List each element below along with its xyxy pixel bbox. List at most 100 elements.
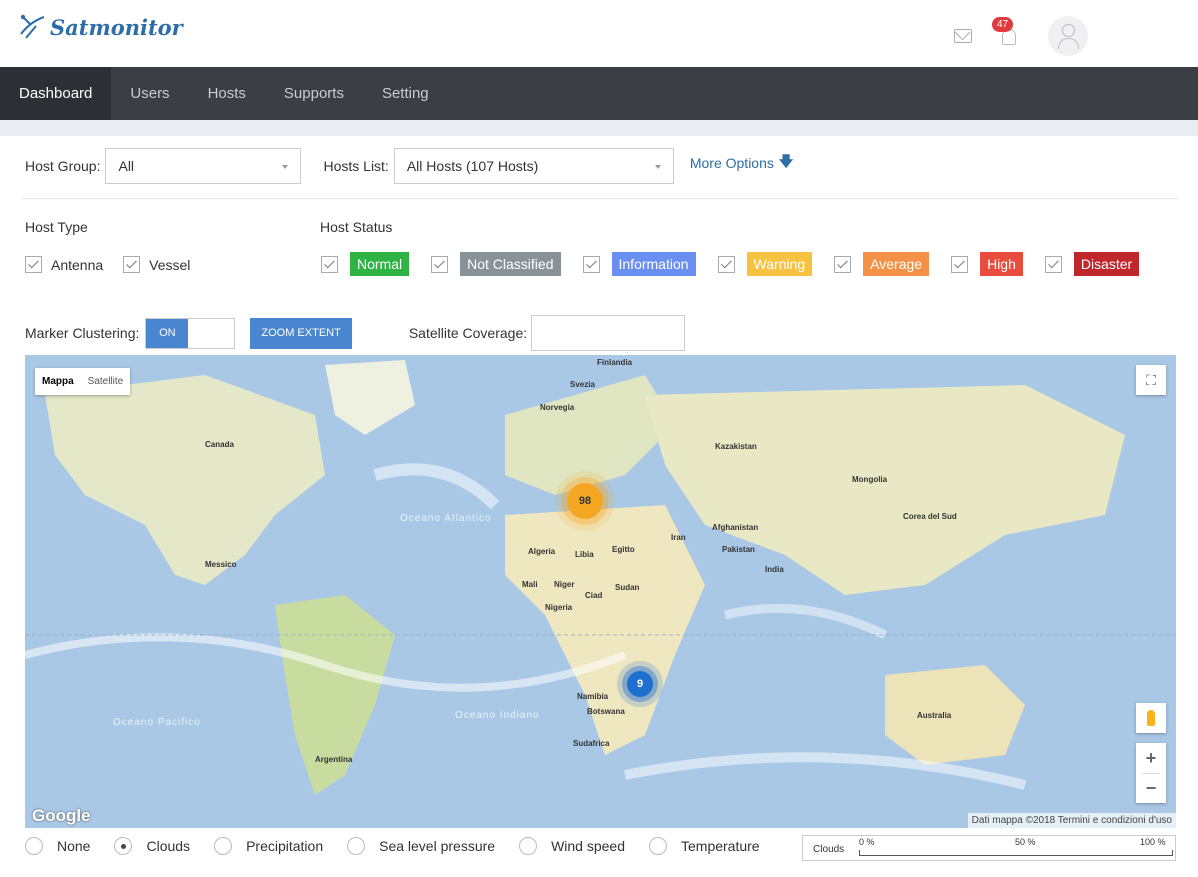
map-label: Messico	[205, 560, 237, 569]
more-options-link[interactable]: More Options 🡇	[690, 151, 793, 175]
toggle-on-label: ON	[146, 318, 189, 348]
map-type-control: Mappa Satellite	[35, 368, 131, 395]
nav-item-users[interactable]: Users	[111, 67, 188, 120]
nav-item-dashboard[interactable]: Dashboard	[0, 67, 112, 120]
map-type-satellite[interactable]: Satellite	[81, 368, 131, 395]
status-checkbox-information[interactable]	[582, 255, 600, 273]
marker-clustering-label: Marker Clustering:	[25, 325, 140, 341]
world-map[interactable]: Canada Finlandia Svezia Norvegia Kazakis…	[25, 355, 1176, 828]
main-nav: Dashboard Users Hosts Supports Setting	[0, 67, 1198, 120]
vessel-checkbox[interactable]	[123, 256, 141, 273]
status-filters: Normal Not Classified Information Warnin…	[321, 252, 1140, 276]
arrow-down-icon: 🡇	[778, 153, 794, 169]
mail-icon[interactable]	[954, 29, 972, 43]
nav-item-setting[interactable]: Setting	[363, 67, 448, 120]
legend-title: Clouds	[813, 844, 845, 855]
hosts-list-value: All Hosts (107 Hosts)	[406, 158, 539, 174]
zoom-control: + −	[1136, 743, 1166, 803]
status-checkbox-not-classified[interactable]	[431, 255, 449, 273]
map-label: Ciad	[585, 591, 603, 600]
hosts-list-select[interactable]: All Hosts (107 Hosts)	[393, 148, 674, 184]
app-header: Satmonitor 47	[0, 0, 1198, 67]
sub-bar	[0, 120, 1198, 136]
status-tag-high: High	[980, 252, 1023, 276]
map-label: Egitto	[612, 545, 635, 554]
caret-down-icon	[654, 165, 661, 169]
status-tag-not-classified: Not Classified	[460, 252, 561, 276]
nav-item-supports[interactable]: Supports	[265, 67, 363, 120]
radio-none[interactable]	[25, 837, 43, 855]
map-label: India	[765, 565, 784, 574]
vessel-label: Vessel	[149, 256, 191, 273]
map-label: Sudafrica	[573, 739, 610, 748]
status-tag-information: Information	[611, 252, 696, 276]
status-checkbox-high[interactable]	[951, 255, 969, 273]
satellite-coverage-input[interactable]	[531, 315, 686, 351]
map-label: Nigeria	[545, 603, 573, 612]
status-checkbox-normal[interactable]	[321, 255, 338, 273]
status-tag-average: Average	[863, 252, 930, 276]
map-label: Canada	[205, 440, 234, 449]
map-label: Namibia	[577, 692, 609, 701]
radio-clouds[interactable]	[114, 837, 133, 855]
status-tag-normal: Normal	[350, 252, 410, 276]
logo-text: Satmonitor	[50, 14, 183, 40]
map-type-mappa[interactable]: Mappa	[35, 368, 81, 395]
sea-label: Oceano Pacifico	[113, 717, 201, 728]
fullscreen-icon[interactable]: ⛶	[1136, 365, 1166, 395]
google-logo: Google	[32, 806, 91, 825]
toggle-off-area	[188, 318, 235, 348]
map-label: Algeria	[528, 547, 556, 556]
status-tag-warning: Warning	[746, 252, 813, 276]
map-label: Pakistan	[722, 545, 755, 554]
layer-label-wind-speed: Wind speed	[551, 838, 625, 854]
map-label: Kazakistan	[715, 442, 757, 451]
map-label: Niger	[554, 580, 575, 589]
host-type-title: Host Type	[25, 219, 88, 235]
zoom-in-button[interactable]: +	[1136, 743, 1166, 773]
map-attribution[interactable]: Dati mappa ©2018 Termini e condizioni d'…	[967, 813, 1176, 828]
layer-label-none: None	[57, 838, 91, 854]
antenna-label: Antenna	[51, 256, 104, 273]
notifications-button[interactable]: 47	[992, 17, 1020, 49]
legend-tick: 50 %	[1015, 837, 1036, 847]
satellite-logo-icon	[20, 14, 45, 39]
map-label: Afghanistan	[712, 523, 759, 532]
map-label: Norvegia	[540, 403, 575, 412]
map-label: Libia	[575, 550, 594, 559]
map-label: Botswana	[587, 707, 625, 716]
nav-item-hosts[interactable]: Hosts	[189, 67, 265, 120]
map-label: Australia	[917, 711, 952, 720]
status-checkbox-warning[interactable]	[717, 255, 735, 273]
radio-wind-speed[interactable]	[519, 837, 538, 855]
divider	[22, 198, 1178, 199]
legend-tick: 0 %	[859, 837, 875, 847]
status-checkbox-average[interactable]	[834, 255, 852, 273]
radio-precipitation[interactable]	[214, 837, 233, 855]
weather-layer-options: None Clouds Precipitation Sea level pres…	[25, 837, 784, 855]
legend-tick: 100 %	[1140, 837, 1166, 847]
antenna-checkbox[interactable]	[25, 256, 42, 273]
status-tag-disaster: Disaster	[1073, 252, 1140, 276]
user-avatar[interactable]	[1048, 16, 1088, 56]
sea-label: Oceano Atlantico	[400, 513, 492, 524]
map-label: Argentina	[315, 755, 353, 764]
map-label: Finlandia	[597, 358, 633, 367]
cluster-marker[interactable]: 98	[567, 483, 603, 519]
host-status-title: Host Status	[320, 219, 393, 235]
radio-temperature[interactable]	[649, 837, 667, 855]
zoom-extent-button[interactable]: ZOOM EXTENT	[250, 317, 352, 349]
notification-badge: 47	[992, 17, 1014, 32]
status-checkbox-disaster[interactable]	[1044, 255, 1062, 273]
layer-label-precipitation: Precipitation	[246, 838, 324, 854]
zoom-out-button[interactable]: −	[1136, 773, 1166, 803]
cluster-marker[interactable]: 9	[627, 671, 653, 697]
street-view-pegman-icon[interactable]	[1136, 703, 1166, 733]
host-group-select[interactable]: All	[105, 148, 302, 184]
map-label: Mali	[522, 580, 538, 589]
hosts-list-label: Hosts List:	[323, 158, 389, 174]
logo[interactable]: Satmonitor	[18, 12, 183, 42]
radio-sea-level-pressure[interactable]	[347, 837, 366, 855]
host-group-label: Host Group:	[25, 158, 101, 174]
marker-clustering-toggle[interactable]: ON	[145, 317, 236, 349]
